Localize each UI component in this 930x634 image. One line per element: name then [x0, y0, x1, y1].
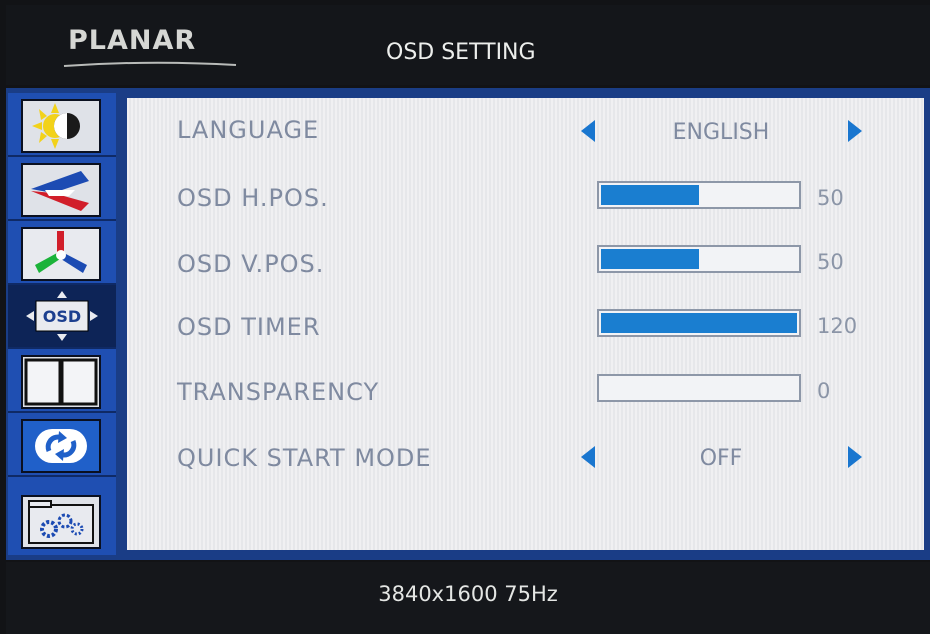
logo-swoosh [63, 61, 237, 67]
osd-vpos-fill [601, 249, 699, 269]
sidebar-item-reset[interactable] [8, 413, 116, 477]
osd-vpos-value: 50 [817, 250, 844, 274]
osd-timer-value: 120 [817, 314, 858, 338]
transparency-label: TRANSPARENCY [177, 378, 380, 406]
color-adjust-icon [21, 227, 101, 281]
osd-vpos-slider[interactable] [597, 245, 801, 273]
osd-hpos-slider[interactable] [597, 181, 801, 209]
sidebar-item-brightness[interactable] [8, 93, 116, 157]
quick-start-value: OFF [699, 446, 743, 471]
osd-vpos-label: OSD V.POS. [177, 250, 325, 278]
language-right-arrow-icon[interactable] [848, 120, 862, 142]
osd-hpos-value: 50 [817, 186, 844, 210]
osd-header: PLANAR OSD SETTING [6, 5, 930, 85]
osd-timer-label: OSD TIMER [177, 313, 321, 341]
language-value: ENGLISH [672, 120, 770, 145]
sidebar-item-system[interactable] [8, 477, 116, 555]
sidebar-item-color[interactable] [8, 221, 116, 285]
brightness-contrast-icon [21, 99, 101, 153]
osd-timer-slider[interactable] [597, 309, 801, 337]
page-title: OSD SETTING [386, 40, 536, 65]
osd-hpos-fill [601, 185, 699, 205]
sidebar-item-osd[interactable]: OSD [8, 285, 116, 349]
osd-icon: OSD [26, 291, 98, 341]
transparency-slider[interactable] [597, 374, 801, 402]
quick-start-right-arrow-icon[interactable] [848, 446, 862, 468]
osd-hpos-label: OSD H.POS. [177, 184, 329, 212]
transparency-value: 0 [817, 379, 831, 403]
language-label: LANGUAGE [177, 116, 320, 144]
monitor-osd-screen: PLANAR OSD SETTING OSD LANGUAGE ENGLISH … [0, 0, 930, 634]
sidebar-item-picture[interactable] [8, 157, 116, 221]
pip-split-icon [21, 355, 101, 409]
picture-image-icon [21, 163, 101, 217]
quick-start-left-arrow-icon[interactable] [581, 446, 595, 468]
sidebar-item-pip[interactable] [8, 349, 116, 413]
system-settings-icon [21, 495, 101, 549]
osd-timer-fill [601, 313, 797, 333]
language-left-arrow-icon[interactable] [581, 120, 595, 142]
sidebar: OSD [8, 93, 118, 555]
brand-logo: PLANAR [68, 25, 197, 56]
resolution-status: 3840x1600 75Hz [378, 582, 558, 606]
status-bar: 3840x1600 75Hz [6, 562, 930, 634]
quick-start-label: QUICK START MODE [177, 444, 432, 472]
settings-panel: LANGUAGE ENGLISH OSD H.POS. 50 OSD V.POS… [127, 98, 924, 550]
reset-icon [21, 419, 101, 473]
svg-text:OSD: OSD [43, 307, 81, 326]
